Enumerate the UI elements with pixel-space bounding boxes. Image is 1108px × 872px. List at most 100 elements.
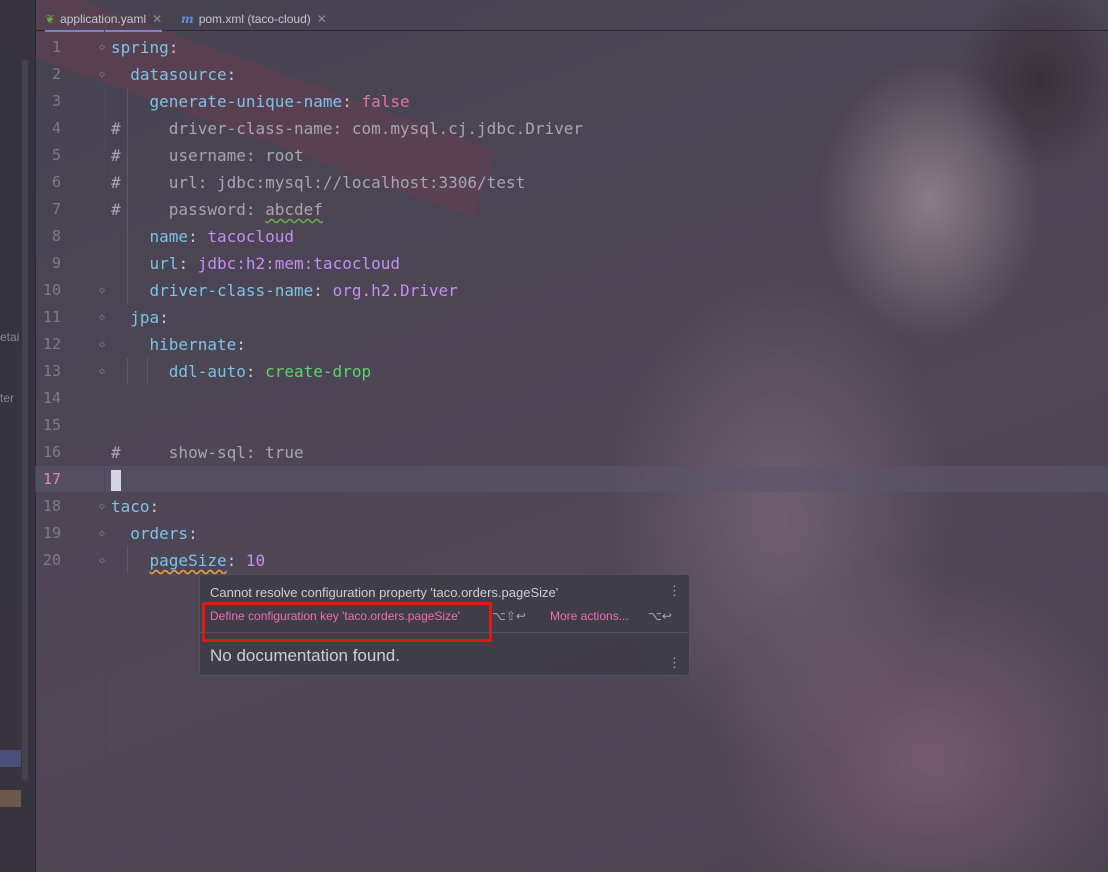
line-number: 13: [42, 362, 61, 380]
text-caret: [111, 470, 121, 491]
gutter-divider: [104, 30, 105, 872]
code-token: driver-class-name: [149, 281, 314, 300]
line-number: 7: [51, 200, 61, 218]
code-token: :: [159, 308, 169, 327]
code-token: :: [245, 362, 266, 381]
fold-marker-icon[interactable]: ◇: [99, 520, 105, 547]
code-token: hibernate: [149, 335, 237, 354]
code-token: 10: [245, 551, 266, 570]
code-token: abcdef: [265, 200, 323, 219]
code-token: :: [168, 38, 179, 57]
code-token: :: [226, 65, 237, 84]
line-number: 14: [42, 389, 61, 407]
code-line[interactable]: generate-unique-name: false: [111, 88, 410, 115]
code-token: pageSize: [149, 551, 227, 570]
code-token: ddl-auto: [168, 362, 246, 381]
code-token: :: [178, 254, 198, 273]
code-line[interactable]: hibernate:: [111, 331, 246, 358]
code-token: # show-sql: true: [111, 443, 304, 462]
spring-leaf-icon: ❦: [45, 12, 56, 26]
code-token: # url: jdbc:mysql://localhost:3306/test: [111, 173, 526, 192]
code-token: datasource: [130, 65, 227, 84]
code-line[interactable]: # show-sql: true: [111, 439, 304, 466]
more-actions-link[interactable]: More actions...: [550, 609, 629, 623]
tab-label: pom.xml (taco-cloud): [198, 12, 311, 26]
line-number: 5: [51, 146, 61, 164]
code-line[interactable]: # password: abcdef: [111, 196, 323, 223]
line-number: 8: [51, 227, 61, 245]
code-token: jdbc:h2:mem:tacocloud: [197, 254, 400, 273]
editor-tab-bar: ❦ application.yaml ✕ m pom.xml (taco-cloud)…: [35, 8, 1108, 32]
documentation-text: No documentation found.: [210, 646, 400, 665]
code-line[interactable]: datasource:: [111, 61, 236, 88]
code-line[interactable]: jpa:: [111, 304, 169, 331]
fold-marker-icon[interactable]: ◇: [99, 34, 105, 61]
code-line[interactable]: # driver-class-name: com.mysql.cj.jdbc.D…: [111, 115, 583, 142]
tab-label: application.yaml: [60, 12, 147, 26]
line-number: 18: [42, 497, 61, 515]
code-line[interactable]: url: jdbc:h2:mem:tacocloud: [111, 250, 400, 277]
inspection-message: Cannot resolve configuration property 't…: [210, 585, 559, 600]
fold-marker-icon[interactable]: ◇: [99, 493, 105, 520]
code-token: jpa: [130, 308, 160, 327]
fold-marker-icon[interactable]: ◇: [99, 61, 105, 88]
code-line[interactable]: # url: jdbc:mysql://localhost:3306/test: [111, 169, 525, 196]
code-line[interactable]: orders:: [111, 520, 198, 547]
kebab-menu-icon[interactable]: ⋮: [668, 583, 681, 599]
code-token: # username: root: [111, 146, 304, 165]
code-token: :: [226, 551, 246, 570]
code-token: :: [188, 227, 208, 246]
project-panel-selection: [0, 750, 21, 767]
more-actions-shortcut: ⌥↩: [648, 609, 672, 623]
fold-marker-icon[interactable]: ◇: [99, 547, 105, 574]
line-number: 19: [42, 524, 61, 542]
code-token: orders: [130, 524, 189, 543]
code-line[interactable]: pageSize: 10: [111, 547, 266, 574]
code-token: :: [342, 92, 362, 111]
code-line[interactable]: spring:: [111, 34, 178, 61]
line-number: 17: [42, 470, 61, 488]
line-number: 11: [42, 308, 61, 326]
line-number: 3: [51, 92, 61, 110]
fold-marker-icon[interactable]: ◇: [99, 331, 105, 358]
fold-marker-icon[interactable]: ◇: [99, 358, 105, 385]
code-line[interactable]: [111, 466, 121, 493]
fold-marker-icon[interactable]: ◇: [99, 304, 105, 331]
code-token: :: [188, 524, 198, 543]
popup-divider: [200, 632, 689, 633]
code-line[interactable]: name: tacocloud: [111, 223, 295, 250]
line-number: 16: [42, 443, 61, 461]
line-number: 9: [51, 254, 61, 272]
code-token: # driver-class-name: com.mysql.cj.jdbc.D…: [111, 119, 584, 138]
kebab-menu-icon[interactable]: ⋮: [668, 655, 681, 671]
project-panel-text-stub: ter: [0, 391, 15, 405]
tab-application-yaml[interactable]: ❦ application.yaml ✕: [45, 8, 163, 32]
code-token: generate-unique-name: [149, 92, 343, 111]
current-line-highlight: [35, 466, 1108, 492]
close-icon[interactable]: ✕: [152, 12, 162, 26]
code-token: taco: [111, 497, 150, 516]
fold-marker-icon[interactable]: ◇: [99, 277, 105, 304]
define-config-key-action[interactable]: Define configuration key 'taco.orders.pa…: [210, 609, 460, 623]
project-panel-text-stub: etai: [0, 330, 20, 344]
code-line[interactable]: driver-class-name: org.h2.Driver: [111, 277, 458, 304]
tab-pom-xml[interactable]: m pom.xml (taco-cloud) ✕: [181, 8, 327, 30]
code-line[interactable]: taco:: [111, 493, 159, 520]
code-line[interactable]: # username: root: [111, 142, 304, 169]
line-number: 1: [51, 38, 61, 56]
project-panel-scrollbar[interactable]: [22, 60, 28, 780]
fix-shortcut: ⌥⇧↩: [492, 609, 526, 623]
code-token: name: [149, 227, 189, 246]
close-icon[interactable]: ✕: [317, 12, 327, 26]
line-number: 12: [42, 335, 61, 353]
code-line[interactable]: ddl-auto: create-drop: [111, 358, 371, 385]
code-token: tacocloud: [207, 227, 295, 246]
